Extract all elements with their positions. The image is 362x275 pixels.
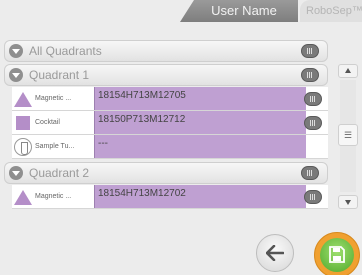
row-menu-button[interactable] [301, 44, 319, 58]
all-quadrants-label: All Quadrants [29, 44, 102, 58]
floppy-disk-icon [329, 246, 345, 263]
row-menu-button[interactable] [304, 190, 322, 204]
sample-type-label: Magnetic ... [35, 193, 72, 200]
sample-id-field[interactable]: --- [94, 135, 306, 158]
sample-id-field[interactable]: 18154H713M12705 [94, 87, 306, 110]
quadrant-1-row[interactable]: Quadrant 1 [4, 64, 328, 86]
row-menu-button[interactable] [304, 116, 322, 130]
sample-row[interactable]: Magnetic ... 18154H713M12705 [12, 87, 328, 111]
square-icon [14, 114, 32, 132]
sample-type-label: Sample Tu... [35, 143, 75, 150]
row-menu-button[interactable] [304, 92, 322, 106]
row-menu-button[interactable] [301, 68, 319, 82]
sample-row[interactable]: Sample Tu... --- [12, 135, 328, 159]
user-name-tab[interactable]: User Name [180, 0, 298, 22]
sample-type-label: Cocktail [35, 119, 60, 126]
sample-tube-icon [14, 138, 32, 156]
app-title-tab[interactable]: RoboSep™-S [300, 0, 362, 22]
back-button[interactable] [256, 234, 294, 272]
scroll-up-button[interactable] [338, 64, 358, 78]
all-quadrants-row[interactable]: All Quadrants [4, 40, 328, 62]
sample-row[interactable]: Magnetic ... 18154H713M12702 [12, 185, 328, 209]
quadrant-1-label: Quadrant 1 [29, 68, 90, 82]
scroll-down-button[interactable] [338, 195, 358, 209]
quadrant-2-row[interactable]: Quadrant 2 [4, 162, 328, 184]
save-button[interactable] [314, 232, 360, 275]
triangle-icon [14, 188, 32, 206]
scrollbar-thumb[interactable]: ☰ [338, 124, 358, 146]
chevron-down-icon[interactable] [9, 166, 23, 180]
arrow-left-icon [266, 245, 284, 261]
triangle-icon [14, 90, 32, 108]
chevron-down-icon[interactable] [9, 68, 23, 82]
sample-row[interactable]: Cocktail 18150P713M12712 [12, 111, 328, 135]
sample-type-label: Magnetic ... [35, 95, 72, 102]
row-menu-button[interactable] [301, 166, 319, 180]
sample-id-field[interactable]: 18150P713M12712 [94, 111, 306, 134]
sample-id-field[interactable]: 18154H713M12702 [94, 185, 306, 208]
quadrant-2-label: Quadrant 2 [29, 166, 90, 180]
chevron-down-icon[interactable] [9, 44, 23, 58]
